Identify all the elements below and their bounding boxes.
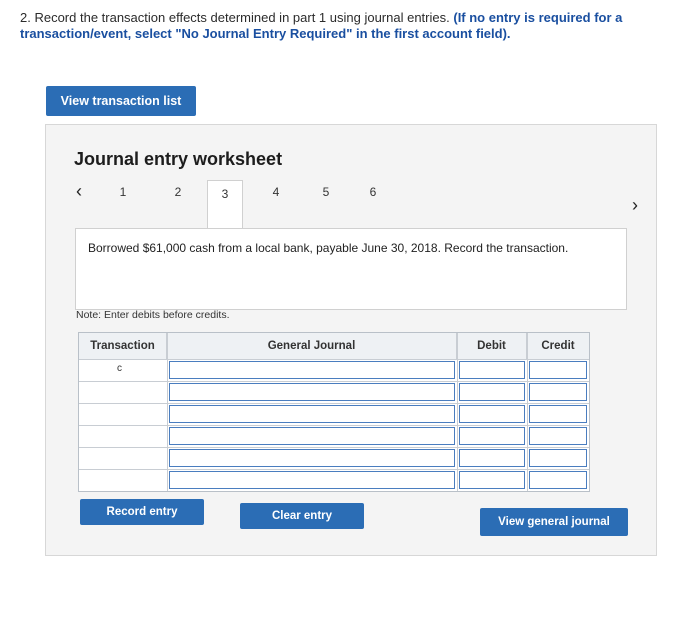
tab-4[interactable]: 4 (263, 185, 289, 199)
credit-input[interactable] (529, 361, 587, 379)
debit-input[interactable] (459, 361, 525, 379)
credit-input[interactable] (529, 427, 587, 445)
tab-2[interactable]: 2 (165, 185, 191, 199)
account-input[interactable] (169, 361, 455, 379)
journal-entry-worksheet-panel: Journal entry worksheet ‹ 1 2 3 4 5 6 › … (45, 124, 657, 556)
column-divider (457, 333, 458, 491)
transaction-description: Borrowed $61,000 cash from a local bank,… (88, 241, 569, 255)
debit-input[interactable] (459, 471, 525, 489)
tab-5[interactable]: 5 (313, 185, 339, 199)
next-arrow-icon[interactable]: › (632, 195, 638, 216)
account-input[interactable] (169, 449, 455, 467)
tab-3[interactable]: 3 (207, 180, 243, 228)
column-header-debit: Debit (457, 333, 527, 359)
column-header-general-journal: General Journal (167, 333, 457, 359)
credit-input[interactable] (529, 449, 587, 467)
debit-input[interactable] (459, 405, 525, 423)
account-input[interactable] (169, 427, 455, 445)
debit-input[interactable] (459, 383, 525, 401)
clear-entry-button[interactable]: Clear entry (240, 503, 364, 529)
view-general-journal-button[interactable]: View general journal (480, 508, 628, 536)
instructions-text: 2. Record the transaction effects determ… (20, 10, 450, 25)
column-header-credit: Credit (527, 333, 589, 359)
transaction-description-box: Borrowed $61,000 cash from a local bank,… (75, 228, 627, 310)
worksheet-title: Journal entry worksheet (74, 149, 283, 169)
tab-6[interactable]: 6 (360, 185, 386, 199)
previous-arrow-icon[interactable]: ‹ (76, 181, 82, 202)
note-text: Note: Enter debits before credits. (76, 309, 230, 321)
view-transaction-list-button[interactable]: View transaction list (46, 86, 196, 116)
instructions: 2. Record the transaction effects determ… (20, 10, 660, 42)
debit-input[interactable] (459, 449, 525, 467)
record-entry-button[interactable]: Record entry (80, 499, 204, 525)
credit-input[interactable] (529, 405, 587, 423)
tab-1[interactable]: 1 (110, 185, 136, 199)
column-divider (527, 333, 528, 491)
credit-input[interactable] (529, 383, 587, 401)
debit-input[interactable] (459, 427, 525, 445)
account-input[interactable] (169, 471, 455, 489)
credit-input[interactable] (529, 471, 587, 489)
account-input[interactable] (169, 405, 455, 423)
column-header-transaction: Transaction (79, 333, 167, 359)
journal-entry-table: Transaction General Journal Debit Credit… (78, 332, 590, 492)
column-divider (167, 333, 168, 491)
account-input[interactable] (169, 383, 455, 401)
